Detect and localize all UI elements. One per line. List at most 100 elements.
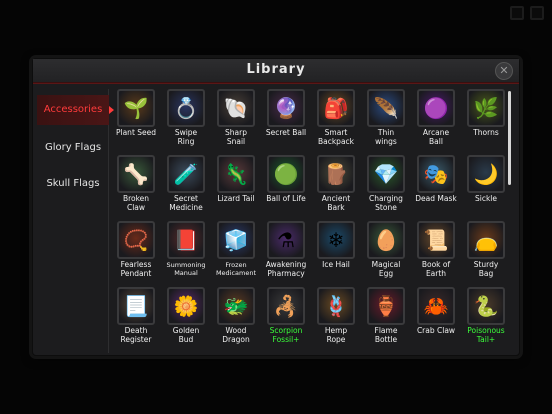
thorns-icon: 🌿	[467, 89, 505, 127]
grid-item[interactable]: 🥚 Magical Egg	[363, 221, 409, 278]
item-label: Poisonous Tail+	[467, 326, 505, 344]
item-label: Book of Earth	[421, 260, 451, 278]
item-grid[interactable]: 🌱 Plant Seed 💍 Swipe Ring 🐚 Sharp Snail 🔮 Secre…	[113, 87, 513, 353]
item-label: Ice Hail	[322, 260, 350, 269]
icon-glyph: 🦎	[223, 162, 249, 186]
item-label: Lizard Tail	[217, 194, 255, 203]
hemp-rope-icon: 🪢	[317, 287, 355, 325]
item-label: Summoning Manual	[166, 261, 206, 277]
item-label: Broken Claw	[122, 194, 150, 212]
item-label: Plant Seed	[115, 128, 157, 137]
arcane-ball-icon: 🟣	[417, 89, 455, 127]
grid-item[interactable]: 🐲 Wood Dragon	[213, 287, 259, 344]
tab-label: Glory Flags	[44, 142, 102, 153]
item-label: Thin wings	[375, 128, 397, 146]
icon-glyph: 🎭	[423, 162, 449, 186]
item-label: Sickle	[474, 194, 497, 203]
grid-item[interactable]: 📕 Summoning Manual	[163, 221, 209, 277]
scrollbar[interactable]	[508, 91, 511, 185]
icon-glyph: 🦂	[273, 294, 299, 318]
item-label: Frozen Medicament	[215, 261, 257, 277]
book-of-earth-icon: 📜	[417, 221, 455, 259]
awakening-pharmacy-icon: ⚗	[267, 221, 305, 259]
icon-glyph: 🌙	[473, 162, 499, 186]
grid-item[interactable]: 🪢 Hemp Rope	[313, 287, 359, 344]
tab-glory-flags[interactable]: Glory Flags	[37, 133, 109, 163]
grid-item[interactable]: 🐍 Poisonous Tail+	[463, 287, 509, 344]
grid-item[interactable]: 🌙 Sickle	[463, 155, 509, 204]
grid-item[interactable]: 🎒 Smart Backpack	[313, 89, 359, 146]
item-label: Arcane Ball	[422, 128, 450, 146]
fearless-pendant-icon: 📿	[117, 221, 155, 259]
grid-item[interactable]: 💎 Charging Stone	[363, 155, 409, 212]
tab-skull-flags[interactable]: Skull Flags	[37, 169, 109, 199]
icon-glyph: 🪵	[323, 162, 349, 186]
poisonous-tail-icon: 🐍	[467, 287, 505, 325]
item-label: Sharp Snail	[225, 128, 247, 146]
summoning-manual-icon: 📕	[167, 221, 205, 259]
grid-item[interactable]: 🔮 Secret Ball	[263, 89, 309, 138]
golden-bud-icon: 🌼	[167, 287, 205, 325]
wood-dragon-icon: 🐲	[217, 287, 255, 325]
grid-item[interactable]: 🌱 Plant Seed	[113, 89, 159, 138]
grid-item[interactable]: 🎭 Dead Mask	[413, 155, 459, 204]
grid-item[interactable]: 🦂 Scorpion Fossil+	[263, 287, 309, 344]
settings-icon[interactable]	[530, 6, 544, 20]
grid-item[interactable]: 🪶 Thin wings	[363, 89, 409, 146]
plant-seed-icon: 🌱	[117, 89, 155, 127]
menu-icon[interactable]	[510, 6, 524, 20]
icon-glyph: 🟣	[423, 96, 449, 120]
item-label: Hemp Rope	[324, 326, 348, 344]
grid-item[interactable]: 🐚 Sharp Snail	[213, 89, 259, 146]
grid-item[interactable]: 🦴 Broken Claw	[113, 155, 159, 212]
sharp-snail-icon: 🐚	[217, 89, 255, 127]
icon-glyph: 🐚	[223, 96, 249, 120]
grid-item[interactable]: 🦎 Lizard Tail	[213, 155, 259, 204]
icon-glyph: 🌱	[123, 96, 149, 120]
grid-item[interactable]: 🌼 Golden Bud	[163, 287, 209, 344]
item-label: Dead Mask	[415, 194, 457, 203]
category-sidebar: Accessories Glory Flags Skull Flags	[37, 89, 114, 353]
grid-item[interactable]: ⚗ Awakening Pharmacy	[263, 221, 309, 278]
dead-mask-icon: 🎭	[417, 155, 455, 193]
grid-item[interactable]: 🌿 Thorns	[463, 89, 509, 138]
ancient-bark-icon: 🪵	[317, 155, 355, 193]
icon-glyph: 🦀	[423, 294, 449, 318]
item-label: Thorns	[473, 128, 499, 137]
item-label: Flame Bottle	[374, 326, 398, 344]
sickle-icon: 🌙	[467, 155, 505, 193]
item-label: Golden Bud	[172, 326, 200, 344]
library-window: Library ✕ Accessories Glory Flags Skull …	[32, 58, 520, 356]
grid-item[interactable]: 📃 Death Register	[113, 287, 159, 344]
grid-item[interactable]: 🦀 Crab Claw	[413, 287, 459, 336]
item-label: Secret Ball	[265, 128, 307, 137]
smart-backpack-icon: 🎒	[317, 89, 355, 127]
tab-label: Skull Flags	[46, 178, 100, 189]
item-label: Sturdy Bag	[473, 260, 499, 278]
tab-label: Accessories	[43, 104, 103, 115]
grid-item[interactable]: 💍 Swipe Ring	[163, 89, 209, 146]
icon-glyph: 💍	[173, 96, 199, 120]
item-label: Death Register	[120, 326, 152, 344]
grid-item[interactable]: 🪵 Ancient Bark	[313, 155, 359, 212]
ball-of-life-icon: 🟢	[267, 155, 305, 193]
grid-item[interactable]: 🧊 Frozen Medicament	[213, 221, 259, 277]
grid-item[interactable]: 🧪 Secret Medicine	[163, 155, 209, 212]
grid-item[interactable]: 👝 Sturdy Bag	[463, 221, 509, 278]
grid-item[interactable]: ❄ Ice Hail	[313, 221, 359, 270]
icon-glyph: 🎒	[323, 96, 349, 120]
grid-item[interactable]: 📜 Book of Earth	[413, 221, 459, 278]
tab-accessories[interactable]: Accessories	[37, 95, 114, 125]
magical-egg-icon: 🥚	[367, 221, 405, 259]
close-button[interactable]: ✕	[495, 62, 513, 80]
grid-item[interactable]: 📿 Fearless Pendant	[113, 221, 159, 278]
icon-glyph: ⚗	[277, 228, 295, 252]
thin-wings-icon: 🪶	[367, 89, 405, 127]
grid-item[interactable]: 🏺 Flame Bottle	[363, 287, 409, 344]
grid-item[interactable]: 🟢 Ball of Life	[263, 155, 309, 204]
item-label: Ball of Life	[266, 194, 306, 203]
grid-item[interactable]: 🟣 Arcane Ball	[413, 89, 459, 146]
icon-glyph: 🪶	[373, 96, 399, 120]
death-register-icon: 📃	[117, 287, 155, 325]
icon-glyph: 📿	[123, 228, 149, 252]
